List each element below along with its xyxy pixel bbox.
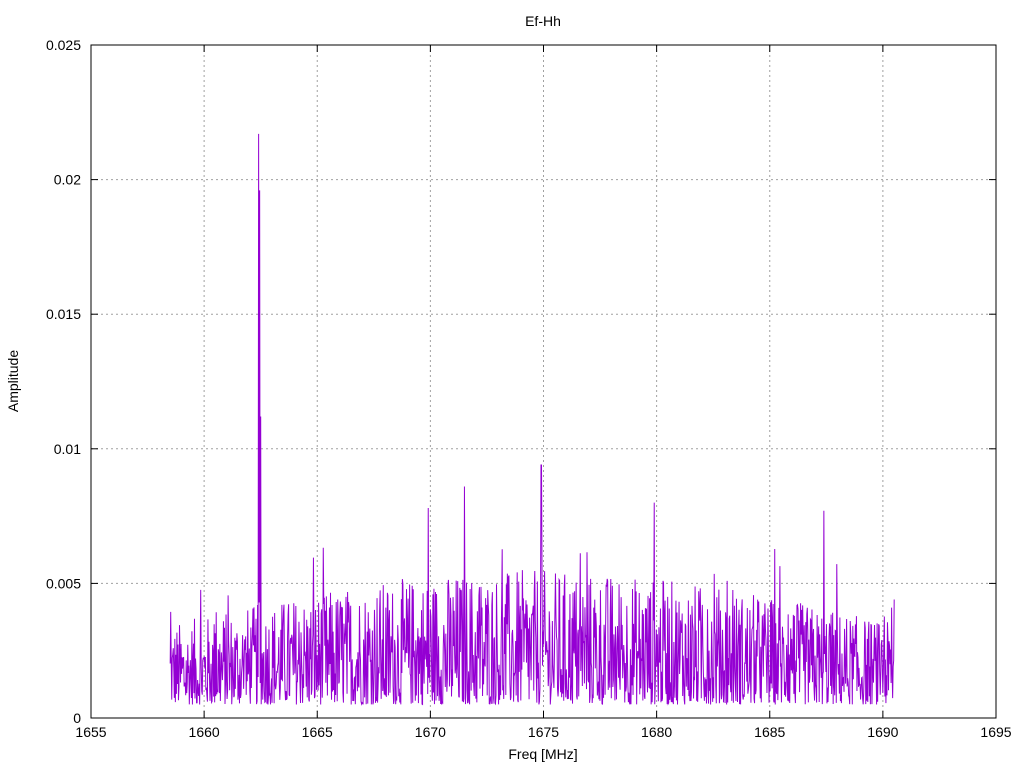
x-tick-label: 1680 — [641, 724, 672, 740]
y-tick-label: 0.01 — [54, 441, 81, 457]
x-tick-label: 1660 — [189, 724, 220, 740]
y-tick-label: 0 — [73, 710, 81, 726]
spectrum-chart: 1655 1660 1665 1670 1675 1680 1685 1690 1695 0 0.… — [5, 13, 1012, 762]
y-tick-label: 0.015 — [46, 306, 81, 322]
x-tick-label: 1675 — [528, 724, 559, 740]
x-tick-label: 1670 — [415, 724, 446, 740]
amplitude-line — [169, 133, 895, 706]
x-tick-label: 1665 — [302, 724, 333, 740]
x-tick-label: 1690 — [867, 724, 898, 740]
y-axis-label: Amplitude — [5, 350, 21, 412]
chart-title: Ef-Hh — [525, 13, 561, 29]
y-tick-label: 0.02 — [54, 172, 81, 188]
y-tick-label: 0.025 — [46, 37, 81, 53]
x-axis-label: Freq [MHz] — [508, 746, 577, 762]
y-tick-label: 0.005 — [46, 575, 81, 591]
x-tick-label: 1685 — [754, 724, 785, 740]
x-tick-label: 1655 — [75, 724, 106, 740]
x-tick-label: 1695 — [980, 724, 1011, 740]
y-tick-labels: 0 0.005 0.01 0.015 0.02 0.025 — [46, 37, 81, 726]
x-tick-labels: 1655 1660 1665 1670 1675 1680 1685 1690 1695 — [75, 724, 1011, 740]
series-ef-hh — [169, 133, 895, 706]
